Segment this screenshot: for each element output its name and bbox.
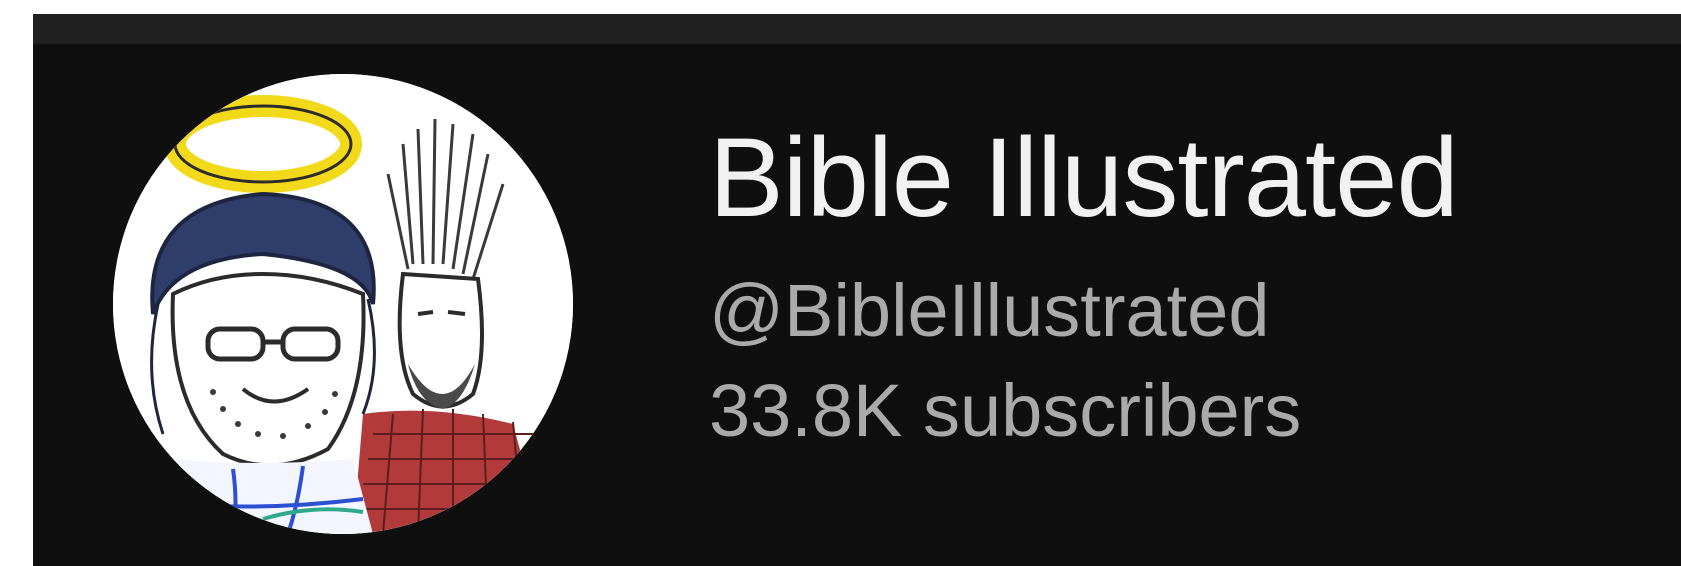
channel-title: Bible Illustrated <box>709 115 1459 240</box>
channel-handle[interactable]: @BibleIllustrated <box>709 274 1458 348</box>
channel-avatar[interactable] <box>113 74 573 534</box>
channel-info: Bible Illustrated @BibleIllustrated 33.8… <box>709 115 1459 452</box>
channel-header: Bible Illustrated @BibleIllustrated 33.8… <box>33 14 1681 566</box>
top-bar <box>33 14 1681 44</box>
avatar-illustration-icon <box>113 74 573 534</box>
subscriber-count: 33.8K subscribers <box>709 369 1302 452</box>
